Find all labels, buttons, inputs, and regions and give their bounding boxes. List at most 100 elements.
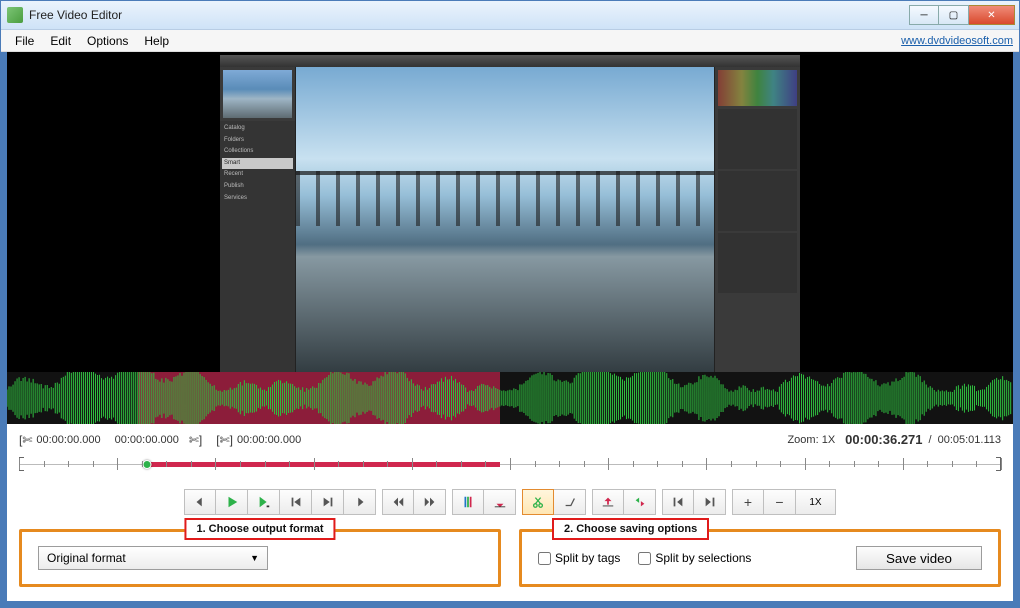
duration-timecode: 00:05:01.113 bbox=[938, 434, 1001, 446]
close-button[interactable]: ✕ bbox=[969, 5, 1015, 25]
in-timecode[interactable]: 00:00:00.000 bbox=[36, 434, 100, 446]
transport-toolbar: + − 1X bbox=[19, 489, 1001, 515]
ruler-tick bbox=[903, 458, 904, 470]
set-marker-button[interactable] bbox=[452, 489, 484, 515]
callout-format: 1. Choose output format bbox=[184, 518, 335, 540]
set-in-point-button[interactable] bbox=[484, 489, 516, 515]
preview-content: CatalogFoldersCollections Smart RecentPu… bbox=[220, 55, 800, 373]
trim-button[interactable] bbox=[554, 489, 586, 515]
ruler-tick bbox=[878, 461, 879, 467]
split-sel-input[interactable] bbox=[638, 552, 651, 565]
preview-tree: CatalogFoldersCollections Smart RecentPu… bbox=[220, 121, 295, 373]
pier-overlay bbox=[296, 171, 714, 226]
ruler-tick bbox=[44, 461, 45, 467]
app-icon bbox=[7, 7, 23, 23]
cut-button[interactable] bbox=[522, 489, 554, 515]
website-link[interactable]: www.dvdvideosoft.com bbox=[901, 35, 1013, 47]
ruler-tick bbox=[191, 461, 192, 467]
preview-inner-titlebar bbox=[220, 55, 800, 67]
bottom-options-row: 1. Choose output format Original format … bbox=[19, 523, 1001, 593]
ruler-tick bbox=[559, 461, 560, 467]
play-range-button[interactable] bbox=[248, 489, 280, 515]
skip-back-button[interactable] bbox=[382, 489, 414, 515]
maximize-button[interactable]: ▢ bbox=[939, 5, 969, 25]
swap-button[interactable] bbox=[624, 489, 656, 515]
scissors-icon: [✄] bbox=[216, 433, 233, 447]
nudge-left-button[interactable] bbox=[662, 489, 694, 515]
menu-help[interactable]: Help bbox=[136, 32, 177, 50]
ruler-tick bbox=[215, 458, 216, 470]
playhead[interactable] bbox=[142, 460, 151, 469]
split-tags-input[interactable] bbox=[538, 552, 551, 565]
ruler-tick bbox=[117, 458, 118, 470]
ruler-tick bbox=[1001, 458, 1002, 470]
ruler-tick bbox=[485, 461, 486, 467]
ruler-tick bbox=[240, 461, 241, 467]
ruler-tick bbox=[289, 461, 290, 467]
ruler-tick bbox=[584, 461, 585, 467]
ruler-tick bbox=[19, 458, 20, 470]
nudge-right-button[interactable] bbox=[694, 489, 726, 515]
minimize-button[interactable]: ─ bbox=[909, 5, 939, 25]
split-by-tags-checkbox[interactable]: Split by tags bbox=[538, 551, 620, 565]
preview-image-container bbox=[296, 67, 714, 373]
ruler-tick bbox=[952, 461, 953, 467]
histogram bbox=[718, 70, 797, 106]
ruler-tick bbox=[756, 461, 757, 467]
video-preview-area: CatalogFoldersCollections Smart RecentPu… bbox=[1, 52, 1019, 372]
ruler-tick bbox=[387, 461, 388, 467]
zoom-label: Zoom: 1X bbox=[787, 434, 835, 446]
ruler-tick bbox=[731, 461, 732, 467]
ruler-tick bbox=[854, 461, 855, 467]
callout-saving: 2. Choose saving options bbox=[552, 518, 709, 540]
split-by-selections-checkbox[interactable]: Split by selections bbox=[638, 551, 751, 565]
format-select[interactable]: Original format ▼ bbox=[38, 546, 268, 570]
chevron-down-icon: ▼ bbox=[250, 553, 259, 563]
ruler-tick bbox=[68, 461, 69, 467]
ruler-tick bbox=[363, 461, 364, 467]
out-timecode[interactable]: 00:00:00.000 bbox=[115, 434, 179, 446]
titlebar: Free Video Editor ─ ▢ ✕ bbox=[1, 1, 1019, 30]
ruler-tick bbox=[976, 461, 977, 467]
ruler-tick bbox=[461, 461, 462, 467]
menubar: File Edit Options Help www.dvdvideosoft.… bbox=[1, 30, 1019, 52]
preview-image bbox=[296, 67, 714, 373]
bracket-close-icon: ✄] bbox=[189, 433, 202, 447]
timeline-ruler[interactable] bbox=[19, 453, 1001, 475]
go-end-button[interactable] bbox=[312, 489, 344, 515]
save-video-button[interactable]: Save video bbox=[856, 546, 982, 570]
ruler-tick bbox=[535, 461, 536, 467]
ruler-tick bbox=[166, 461, 167, 467]
format-selected-label: Original format bbox=[47, 551, 126, 565]
ruler-tick bbox=[657, 461, 658, 467]
zoom-reset-button[interactable]: 1X bbox=[796, 489, 836, 515]
menu-file[interactable]: File bbox=[7, 32, 42, 50]
zoom-in-button[interactable]: + bbox=[732, 489, 764, 515]
skip-fwd-button[interactable] bbox=[414, 489, 446, 515]
ruler-tick bbox=[829, 461, 830, 467]
go-start-button[interactable] bbox=[280, 489, 312, 515]
prev-frame-button[interactable] bbox=[184, 489, 216, 515]
ruler-tick bbox=[927, 461, 928, 467]
play-button[interactable] bbox=[216, 489, 248, 515]
ruler-tick bbox=[93, 461, 94, 467]
split-tags-label: Split by tags bbox=[555, 551, 620, 565]
ruler-tick bbox=[314, 458, 315, 470]
app-window: Free Video Editor ─ ▢ ✕ File Edit Option… bbox=[0, 0, 1020, 608]
audio-waveform[interactable] bbox=[1, 372, 1019, 424]
undo-button[interactable] bbox=[592, 489, 624, 515]
zoom-out-button[interactable]: − bbox=[764, 489, 796, 515]
menu-options[interactable]: Options bbox=[79, 32, 136, 50]
timecode-row: [✄ 00:00:00.000 00:00:00.000 ✄] [✄] 00:0… bbox=[19, 430, 1001, 451]
preview-thumbnail bbox=[223, 70, 292, 118]
ruler-tick bbox=[706, 458, 707, 470]
cut-timecode[interactable]: 00:00:00.000 bbox=[237, 434, 301, 446]
next-frame-button[interactable] bbox=[344, 489, 376, 515]
split-sel-label: Split by selections bbox=[655, 551, 751, 565]
lower-panel: [✄ 00:00:00.000 00:00:00.000 ✄] [✄] 00:0… bbox=[1, 424, 1019, 607]
menu-edit[interactable]: Edit bbox=[42, 32, 79, 50]
timeline-selection bbox=[147, 462, 501, 467]
ruler-tick bbox=[436, 461, 437, 467]
bracket-open-icon: [✄ bbox=[19, 433, 32, 447]
window-title: Free Video Editor bbox=[29, 8, 909, 22]
